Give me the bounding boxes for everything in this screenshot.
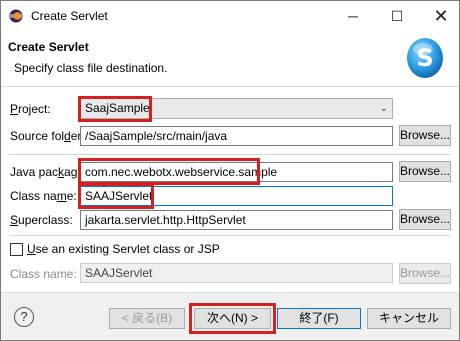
- cancel-button[interactable]: キャンセル: [367, 308, 451, 329]
- java-package-label: Java package:: [10, 165, 88, 179]
- next-button[interactable]: 次へ(N) >: [194, 308, 271, 329]
- chevron-down-icon: ⌄: [379, 103, 388, 114]
- superclass-label: Superclass:: [10, 213, 73, 227]
- source-folder-label: Source folder:: [10, 129, 85, 143]
- servlet-wizard-icon: S: [407, 38, 443, 78]
- class-name-label: Class name:: [10, 189, 77, 203]
- existing-class-name-field: SAAJServlet: [80, 263, 393, 283]
- banner-title: Create Servlet: [8, 40, 89, 54]
- use-existing-label: Use an existing Servlet class or JSP: [27, 242, 220, 256]
- svg-text:S: S: [416, 44, 433, 72]
- separator: [9, 235, 451, 236]
- superclass-field[interactable]: jakarta.servlet.http.HttpServlet: [80, 210, 393, 230]
- project-combo[interactable]: SaajSample ⌄: [80, 98, 393, 119]
- maximize-button[interactable]: ☐: [377, 1, 417, 31]
- back-button[interactable]: < 戻る(B): [109, 308, 185, 329]
- existing-class-name-label: Class name:: [10, 267, 77, 281]
- close-button[interactable]: ✕: [421, 1, 459, 31]
- source-folder-field[interactable]: /SaajSample/src/main/java: [80, 126, 393, 146]
- minimize-button[interactable]: ─: [333, 1, 373, 31]
- button-bar: ? < 戻る(B) 次へ(N) > 終了(F) キャンセル: [1, 292, 459, 340]
- finish-button[interactable]: 終了(F): [277, 308, 361, 329]
- title-bar: Create Servlet ─ ☐ ✕: [1, 1, 459, 31]
- java-package-browse-button[interactable]: Browse...: [399, 161, 451, 182]
- project-label: Project:: [10, 102, 51, 116]
- banner-description: Specify class file destination.: [14, 61, 168, 75]
- java-package-field[interactable]: com.nec.webotx.webservice.sample: [80, 162, 393, 182]
- existing-class-browse-button: Browse...: [399, 263, 451, 284]
- window-title: Create Servlet: [31, 9, 108, 23]
- superclass-browse-button[interactable]: Browse...: [399, 209, 451, 230]
- eclipse-icon: [9, 9, 23, 23]
- form-area: Project: SaajSample ⌄ Source folder: /Sa…: [1, 88, 459, 292]
- use-existing-checkbox[interactable]: [10, 243, 23, 256]
- class-name-field[interactable]: SAAJServlet: [80, 186, 393, 206]
- source-folder-browse-button[interactable]: Browse...: [399, 125, 451, 146]
- help-icon[interactable]: ?: [14, 307, 34, 327]
- separator: [9, 154, 451, 155]
- create-servlet-dialog: Create Servlet ─ ☐ ✕ Create Servlet Spec…: [0, 0, 460, 341]
- project-value: SaajSample: [85, 101, 150, 115]
- wizard-banner: Create Servlet Specify class file destin…: [1, 31, 459, 87]
